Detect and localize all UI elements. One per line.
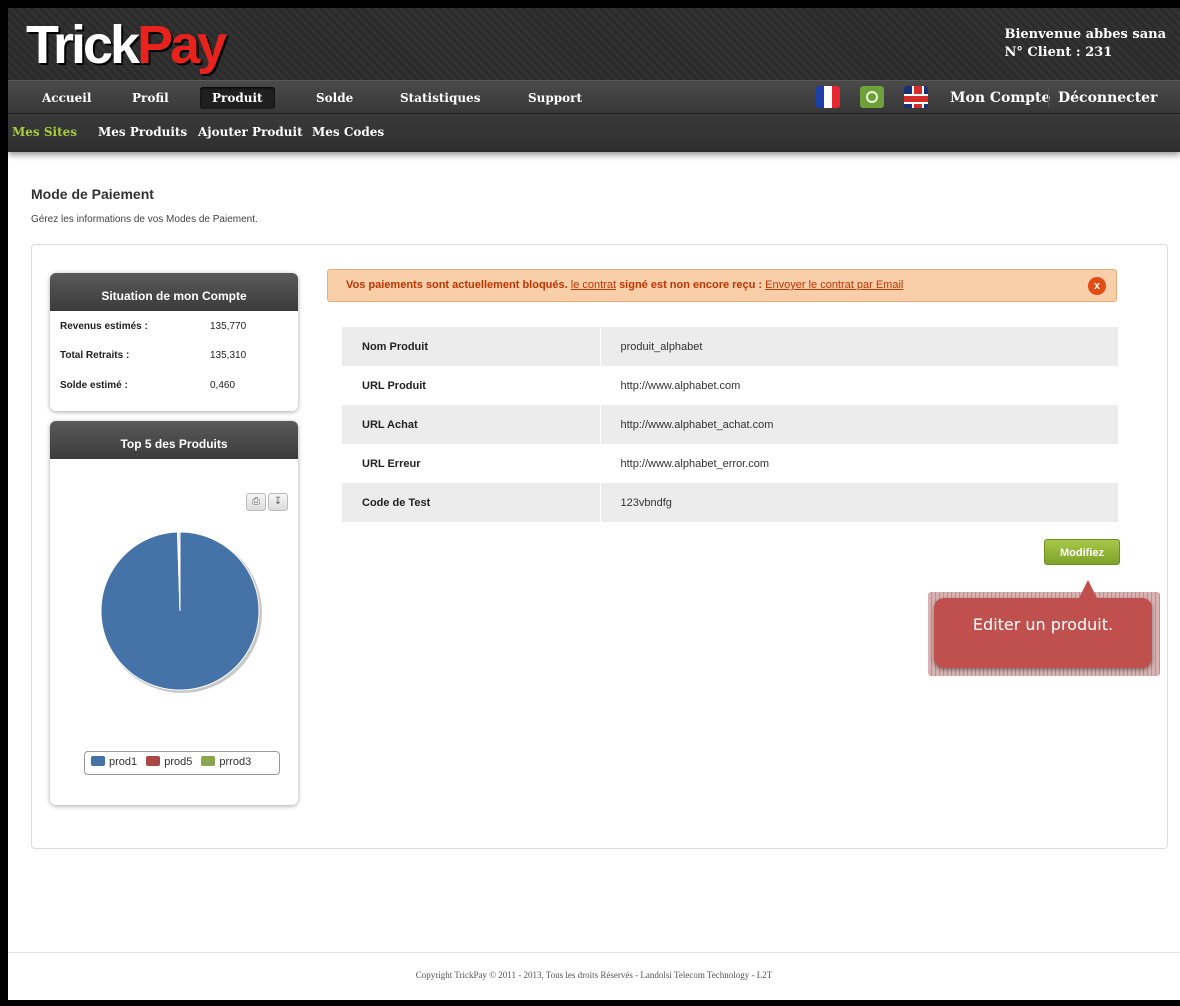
welcome-block: Bienvenue abbes sana N° Client : 231 <box>1004 26 1166 62</box>
row-value: 123vbndfg <box>600 483 1118 522</box>
row-label: URL Achat <box>342 405 601 444</box>
top5-widget-title: Top 5 des Produits <box>50 421 298 459</box>
legend-label: prod1 <box>109 756 138 768</box>
page-title: Mode de Paiement <box>31 186 154 202</box>
table-row: URL Achat http://www.alphabet_achat.com <box>342 405 1118 444</box>
row-label: Code de Test <box>342 483 601 522</box>
logo[interactable]: TrickPay <box>26 14 227 76</box>
stat-label: Total Retraits : <box>60 350 130 361</box>
legend-item[interactable]: prod5 <box>146 756 192 768</box>
page-frame: TrickPay Bienvenue abbes sana N° Client … <box>8 8 1180 1000</box>
callout-annotation: Editer un produit. <box>928 580 1160 676</box>
stat-value: 135,770 <box>210 321 247 332</box>
logo-part1: Trick <box>26 15 140 75</box>
table-row: URL Erreur http://www.alphabet_error.com <box>342 444 1118 483</box>
nav-mon-compte[interactable]: Mon Compte <box>944 87 1056 109</box>
table-row: Code de Test 123vbndfg <box>342 483 1118 522</box>
logo-part2: Pay <box>137 15 227 75</box>
nav-deconnecter[interactable]: Déconnecter <box>1052 87 1163 109</box>
legend-swatch <box>91 756 105 766</box>
table-row: URL Produit http://www.alphabet.com <box>342 366 1118 405</box>
client-number: N° Client : 231 <box>1004 45 1113 60</box>
legend-item[interactable]: prrod3 <box>201 756 251 768</box>
row-value: http://www.alphabet_achat.com <box>600 405 1118 444</box>
chart-toolbar: ⎙ ↧ <box>244 493 288 511</box>
legend-swatch <box>146 756 161 766</box>
close-icon[interactable]: x <box>1088 277 1106 295</box>
modify-button[interactable]: Modifiez <box>1044 539 1120 565</box>
contract-link[interactable]: le contrat <box>571 279 616 291</box>
subnav-ajouter-produit[interactable]: Ajouter Produit <box>198 125 303 139</box>
nav-statistiques[interactable]: Statistiques <box>388 87 492 109</box>
english-flag-icon[interactable] <box>904 86 928 108</box>
alert-banner: Vos paiements sont actuellement bloqués.… <box>327 269 1117 302</box>
legend-swatch <box>201 756 216 766</box>
subnav-mes-codes[interactable]: Mes Codes <box>312 125 384 139</box>
row-value: produit_alphabet <box>600 327 1118 366</box>
row-label: Nom Produit <box>342 327 601 366</box>
alert-text: Vos paiements sont actuellement bloqués. <box>346 279 568 291</box>
footer-copyright: Copyright TrickPay © 2011 - 2013, Tous l… <box>415 970 773 980</box>
nav-accueil[interactable]: Accueil <box>30 87 103 109</box>
subnav-mes-produits[interactable]: Mes Produits <box>98 125 187 139</box>
page-subtitle: Gérez les informations de vos Modes de P… <box>31 214 258 225</box>
callout-pointer <box>1078 580 1098 600</box>
stat-label: Revenus estimés : <box>60 321 148 332</box>
print-icon[interactable]: ⎙ <box>246 493 266 511</box>
download-icon[interactable]: ↧ <box>268 493 288 511</box>
arabic-flag-icon[interactable] <box>860 86 884 108</box>
sub-nav: Mes Sites Mes Produits Ajouter Produit M… <box>8 114 1180 152</box>
stat-label: Solde estimé : <box>60 380 128 391</box>
nav-solde[interactable]: Solde <box>304 87 365 109</box>
nav-produit[interactable]: Produit <box>200 87 275 109</box>
send-contract-link[interactable]: Envoyer le contrat par Email <box>765 279 903 291</box>
stat-value: 135,310 <box>210 350 247 361</box>
top5-widget: Top 5 des Produits ⎙ ↧ prod1 prod5 prrod3 <box>50 421 298 805</box>
row-label: URL Produit <box>342 366 601 405</box>
row-value: http://www.alphabet.com <box>620 379 741 392</box>
row-value: http://www.alphabet_error.com <box>620 457 770 470</box>
legend-label: prod5 <box>164 756 193 768</box>
french-flag-icon[interactable] <box>816 86 840 108</box>
nav-support[interactable]: Support <box>516 87 594 109</box>
header: TrickPay Bienvenue abbes sana N° Client … <box>8 8 1180 80</box>
row-label: URL Erreur <box>342 444 601 483</box>
nav-profil[interactable]: Profil <box>120 87 181 109</box>
account-widget-title: Situation de mon Compte <box>50 273 298 311</box>
content-box: Situation de mon Compte Revenus estimés … <box>31 244 1168 849</box>
callout-text: Editer un produit. <box>972 615 1114 634</box>
account-widget: Situation de mon Compte Revenus estimés … <box>50 273 298 411</box>
product-table: Nom Produit produit_alphabet URL Produit h… <box>342 327 1118 522</box>
alert-text-2: signé est non encore reçu : <box>619 279 763 291</box>
welcome-text: Bienvenue abbes sana <box>1004 27 1166 42</box>
footer-divider <box>8 952 1180 953</box>
pie-chart <box>100 531 262 693</box>
legend-item[interactable]: prod1 <box>91 756 137 768</box>
stat-value: 0,460 <box>210 380 236 391</box>
nav-separator <box>1048 89 1049 107</box>
main-nav: Accueil Profil Produit Solde Statistique… <box>8 80 1180 114</box>
subnav-mes-sites[interactable]: Mes Sites <box>12 125 77 139</box>
chart-legend: prod1 prod5 prrod3 <box>84 751 280 775</box>
legend-label: prrod3 <box>219 756 252 768</box>
table-row: Nom Produit produit_alphabet <box>342 327 1118 366</box>
